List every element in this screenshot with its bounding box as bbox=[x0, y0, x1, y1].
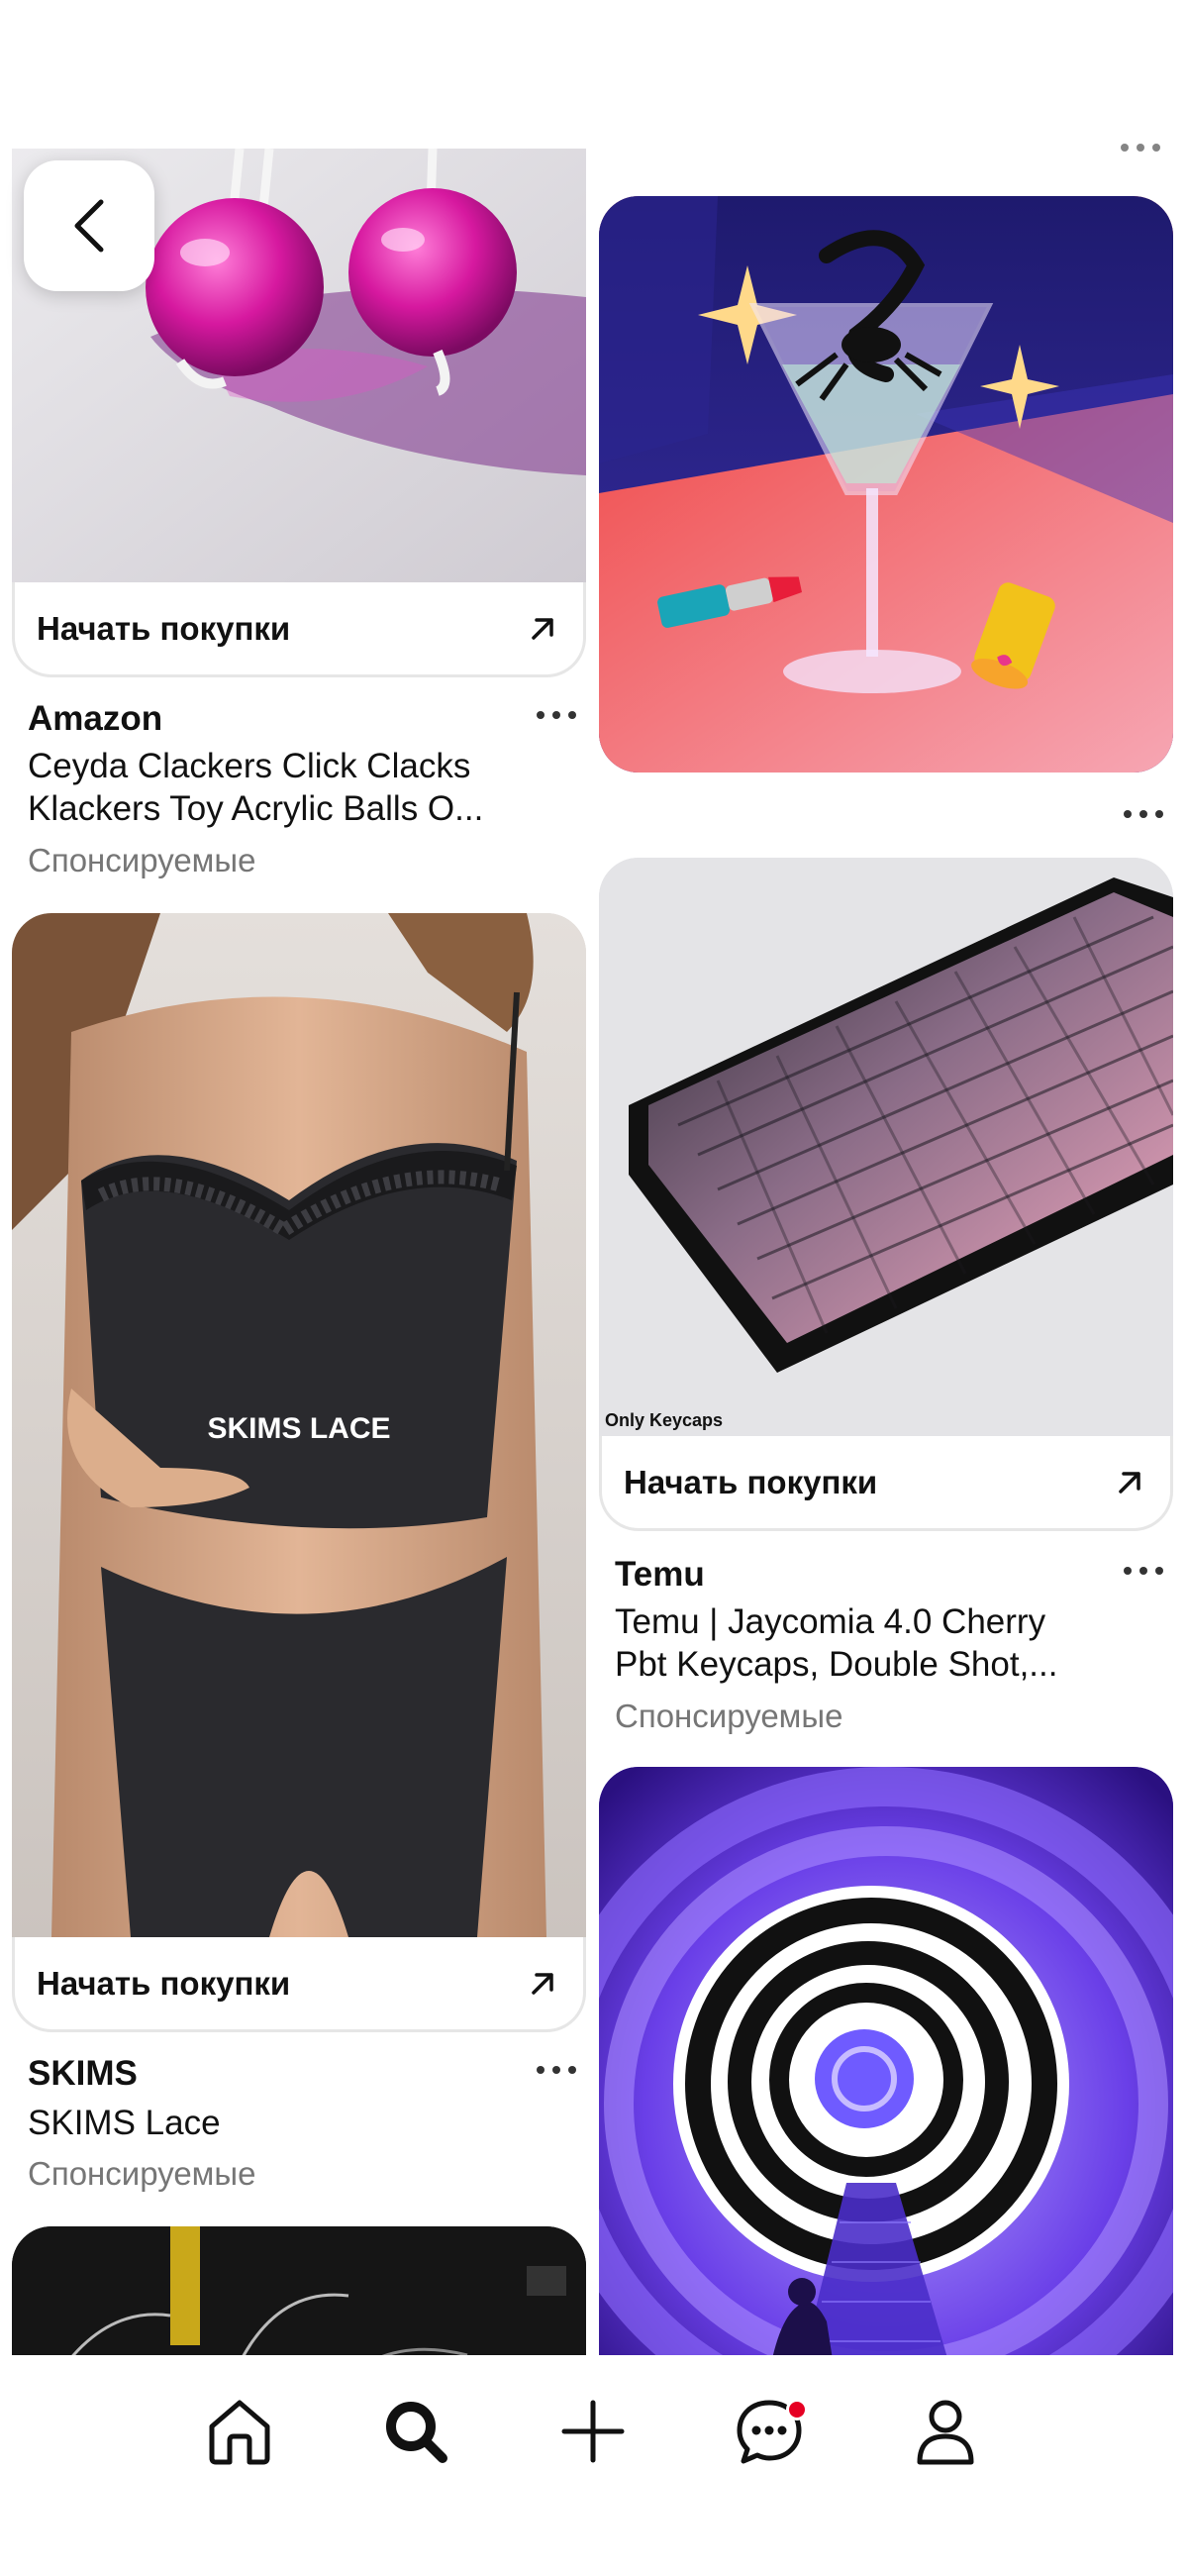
more-options-icon[interactable] bbox=[537, 2064, 576, 2076]
plus-icon bbox=[561, 2400, 625, 2463]
pin-image-spiral-tunnel[interactable] bbox=[599, 1767, 1173, 2385]
pin-brand-skims[interactable]: SKIMS bbox=[28, 2054, 138, 2094]
more-options-icon[interactable] bbox=[1121, 144, 1160, 152]
notification-badge bbox=[786, 2399, 808, 2421]
chevron-left-icon bbox=[74, 199, 104, 253]
nav-messages[interactable] bbox=[725, 2387, 814, 2476]
sponsored-label: Спонсируемые bbox=[615, 1698, 843, 1734]
pin-brand-temu[interactable]: Temu bbox=[615, 1555, 705, 1595]
pin-brand-amazon[interactable]: Amazon bbox=[28, 699, 162, 739]
pin-image-skims[interactable]: SKIMS LACE bbox=[12, 913, 586, 1937]
profile-icon bbox=[917, 2400, 974, 2465]
sponsored-label: Спонсируемые bbox=[28, 842, 256, 878]
back-button[interactable] bbox=[24, 160, 154, 291]
status-bar-area bbox=[0, 0, 1188, 149]
shop-now-label: Начать покупки bbox=[624, 1463, 878, 1500]
pin-description-line1[interactable]: SKIMS Lace bbox=[28, 2102, 221, 2144]
arrow-up-right-icon bbox=[532, 617, 553, 640]
image-caption-skims: SKIMS LACE bbox=[207, 1412, 390, 1445]
sponsored-label: Спонсируемые bbox=[28, 2155, 256, 2192]
nav-home[interactable] bbox=[195, 2387, 284, 2476]
shop-now-label: Начать покупки bbox=[37, 1964, 291, 2002]
shop-now-bar-temu[interactable]: Начать покупки bbox=[599, 1436, 1173, 1531]
shop-now-label: Начать покупки bbox=[37, 609, 291, 647]
nav-create[interactable] bbox=[548, 2387, 638, 2476]
image-caption-keyboard: Only Keycaps bbox=[605, 1410, 723, 1430]
more-options-icon[interactable] bbox=[1124, 808, 1163, 820]
nav-profile[interactable] bbox=[901, 2387, 990, 2476]
pin-description-line1[interactable]: Temu | Jaycomia 4.0 Cherry bbox=[615, 1600, 1045, 1643]
nav-search[interactable] bbox=[371, 2387, 460, 2476]
shop-now-bar-amazon[interactable]: Начать покупки bbox=[12, 582, 586, 677]
pin-description-line2[interactable]: Klackers Toy Acrylic Balls O... bbox=[28, 787, 483, 830]
arrow-up-right-icon bbox=[1119, 1471, 1140, 1494]
home-icon bbox=[209, 2400, 270, 2465]
shop-now-bar-skims[interactable]: Начать покупки bbox=[12, 1937, 586, 2032]
more-options-icon[interactable] bbox=[1124, 1565, 1163, 1577]
more-options-icon[interactable] bbox=[537, 709, 576, 721]
pin-image-keyboard[interactable]: Only Keycaps bbox=[599, 858, 1173, 1436]
search-icon bbox=[386, 2402, 447, 2463]
pin-description-line2[interactable]: Pbt Keycaps, Double Shot,... bbox=[615, 1643, 1057, 1686]
arrow-up-right-icon bbox=[532, 1972, 553, 1995]
bottom-nav-bar bbox=[0, 2355, 1188, 2576]
pin-image-scorpion-martini[interactable] bbox=[599, 196, 1173, 773]
pin-description-line1[interactable]: Ceyda Clackers Click Clacks bbox=[28, 745, 470, 787]
